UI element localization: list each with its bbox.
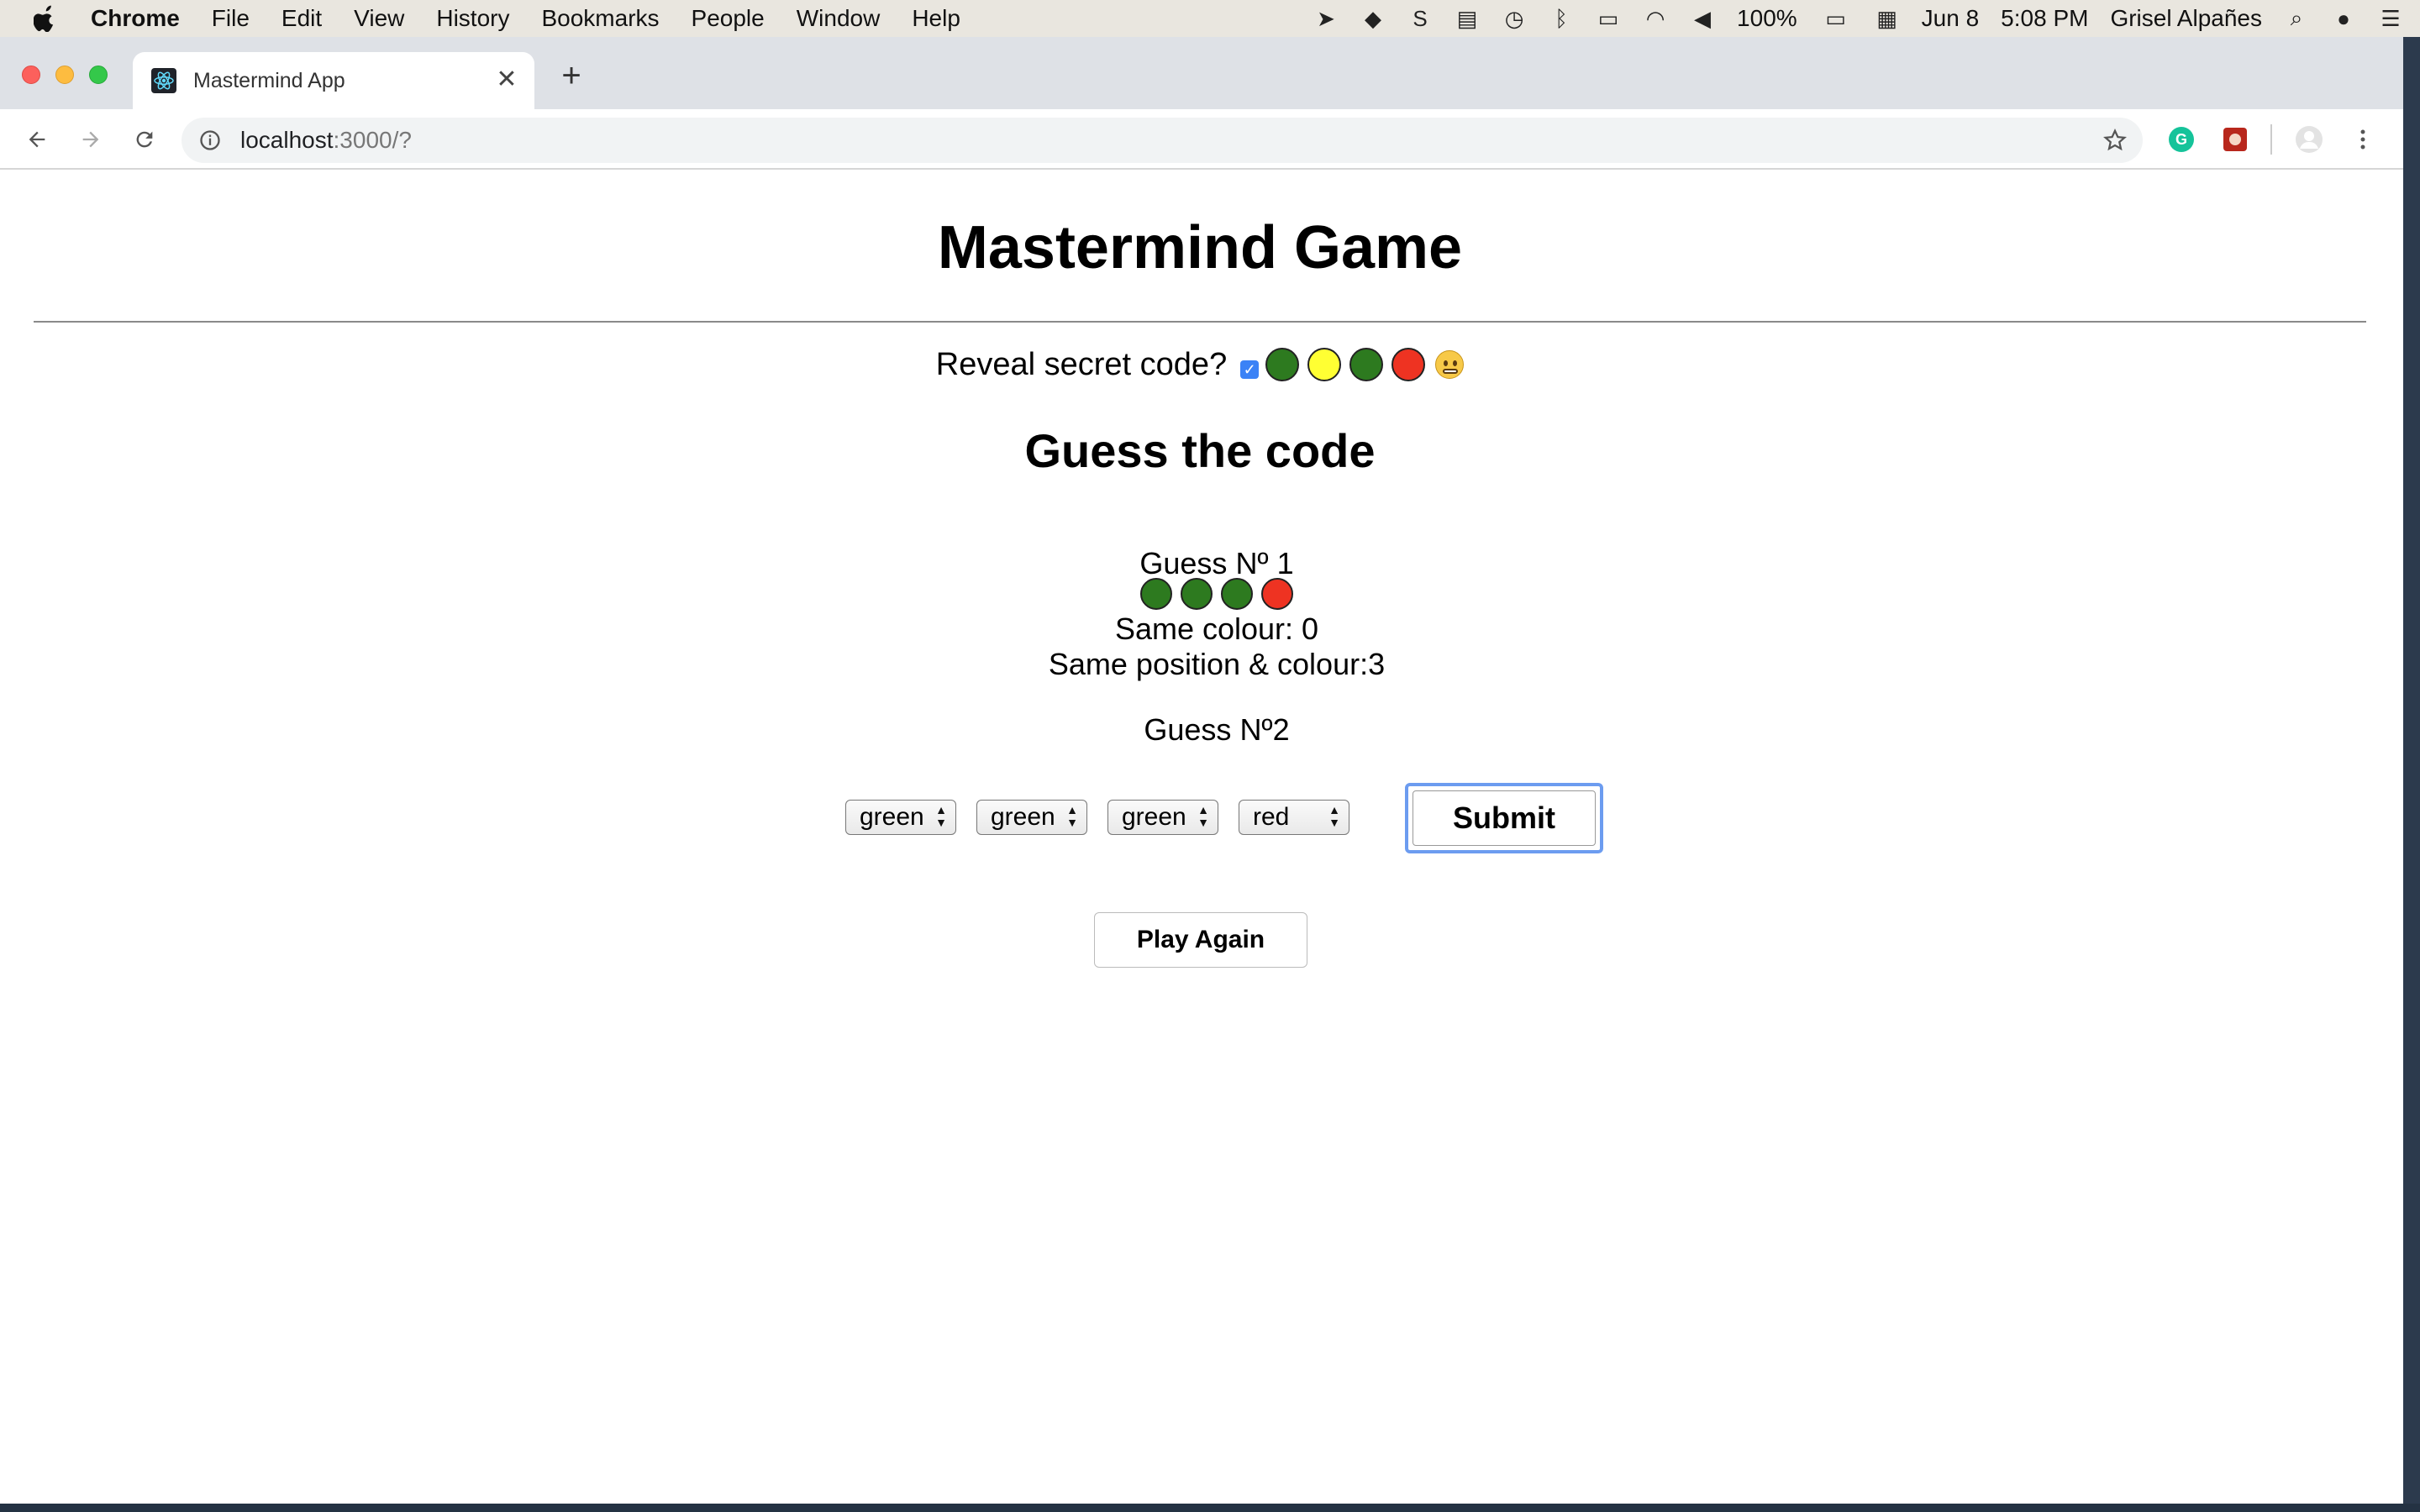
guess-1-peg-4 xyxy=(1261,578,1293,610)
tab-title: Mastermind App xyxy=(193,68,345,92)
menu-view[interactable]: View xyxy=(354,5,404,32)
time-machine-icon[interactable]: ◷ xyxy=(1502,6,1527,31)
page-content: Mastermind Game Reveal secret code? ✓ Gu… xyxy=(0,171,2403,1504)
color-select-4[interactable]: red ▲ ▼ xyxy=(1239,800,1349,835)
guess-1-peg-2 xyxy=(1181,578,1213,610)
play-again-button[interactable]: Play Again xyxy=(1094,912,1307,968)
select-arrows-icon: ▲ ▼ xyxy=(1328,803,1340,829)
grammarly-extension-icon[interactable]: G xyxy=(2166,124,2196,155)
reveal-label: Reveal secret code? xyxy=(935,346,1228,382)
color-select-1[interactable]: green ▲ ▼ xyxy=(845,800,956,835)
guess-1-label: Guess Nº 1 xyxy=(1139,546,1294,580)
tab-strip: Mastermind App ✕ + xyxy=(0,37,2403,109)
forward-arrow-icon[interactable] xyxy=(76,124,106,155)
color-select-2[interactable]: green ▲ ▼ xyxy=(976,800,1087,835)
battery-icon[interactable]: ▭ xyxy=(1819,6,1853,31)
color-select-1-value: green xyxy=(860,803,924,831)
secret-peg-1 xyxy=(1265,348,1300,381)
url-host: localhost xyxy=(240,127,334,153)
browser-window: Mastermind App ✕ + localhost :3000/? G M… xyxy=(0,37,2403,1504)
menu-help[interactable]: Help xyxy=(912,5,960,32)
react-favicon-icon xyxy=(151,68,176,93)
same-position-result: Same position & colour:3 xyxy=(1048,647,1386,681)
profile-avatar-icon[interactable] xyxy=(2294,124,2324,155)
extension-icon[interactable] xyxy=(2220,124,2250,155)
zoom-window-button[interactable] xyxy=(89,66,108,84)
notification-center-icon[interactable]: ☰ xyxy=(2378,6,2403,31)
color-select-3-value: green xyxy=(1122,803,1186,831)
bluetooth-icon[interactable]: ᛒ xyxy=(1549,6,1574,31)
menubar-time[interactable]: 5:08 PM xyxy=(2001,5,2088,32)
menu-bar: Chrome File Edit View History Bookmarks … xyxy=(0,0,2420,37)
volume-icon[interactable]: ◀ xyxy=(1690,6,1715,31)
color-select-3[interactable]: green ▲ ▼ xyxy=(1107,800,1218,835)
back-arrow-icon[interactable] xyxy=(22,124,52,155)
submit-button[interactable]: Submit xyxy=(1405,783,1603,853)
divider xyxy=(34,321,2366,323)
status-area: ➤ ◆ S ▤ ◷ ᛒ ▭ ◠ ◀ 100% ▭ ▦ Jun 8 5:08 PM… xyxy=(1313,0,2403,37)
toolbar-divider xyxy=(2270,124,2272,155)
sync-icon[interactable]: ▤ xyxy=(1455,6,1480,31)
skype-icon[interactable]: S xyxy=(1407,6,1433,31)
dropbox-icon[interactable]: ◆ xyxy=(1360,6,1386,31)
page-title: Mastermind Game xyxy=(937,214,1463,281)
secret-peg-2 xyxy=(1307,348,1342,381)
guess-1-peg-1 xyxy=(1140,578,1172,610)
select-arrows-icon: ▲ ▼ xyxy=(935,803,947,829)
menu-people[interactable]: People xyxy=(692,5,765,32)
submit-button-label: Submit xyxy=(1413,790,1596,846)
secret-peg-4 xyxy=(1392,348,1426,381)
guess-1-pegs xyxy=(0,578,2420,610)
location-icon: ➤ xyxy=(1317,5,1335,31)
desktop-background-bottom xyxy=(0,1504,2420,1512)
reveal-checkbox[interactable]: ✓ xyxy=(1240,360,1260,379)
guess-selects: green ▲ ▼ green ▲ ▼ green ▲ ▼ red ▲ ▼ xyxy=(845,800,1349,835)
url-path: :3000/? xyxy=(333,127,412,153)
color-select-4-value: red xyxy=(1253,803,1290,831)
info-icon[interactable] xyxy=(198,129,222,152)
browser-toolbar: localhost :3000/? G xyxy=(0,109,2403,170)
tab-mastermind[interactable]: Mastermind App ✕ xyxy=(133,52,534,109)
wifi-icon[interactable]: ◠ xyxy=(1643,6,1668,31)
siri-icon[interactable]: ● xyxy=(2331,6,2356,31)
reload-icon[interactable] xyxy=(129,124,160,155)
calendar-icon[interactable]: ▦ xyxy=(1875,6,1900,31)
apple-icon[interactable] xyxy=(34,5,57,32)
menu-history[interactable]: History xyxy=(436,5,509,32)
new-tab-icon[interactable]: + xyxy=(556,59,587,92)
battery-percent[interactable]: 100% xyxy=(1737,5,1797,32)
reveal-row: Reveal secret code? ✓ xyxy=(0,339,2400,390)
svg-text:G: G xyxy=(2175,131,2187,148)
close-window-button[interactable] xyxy=(22,66,40,84)
spotlight-icon[interactable]: ⌕ xyxy=(2284,5,2309,31)
menu-app-chrome[interactable]: Chrome xyxy=(91,5,180,32)
address-bar[interactable]: localhost :3000/? xyxy=(182,118,2143,163)
minimize-window-button[interactable] xyxy=(55,66,74,84)
bookmark-star-icon[interactable] xyxy=(2102,128,2128,153)
menu-file[interactable]: File xyxy=(212,5,250,32)
chrome-menu-icon[interactable] xyxy=(2348,124,2378,155)
select-arrows-icon: ▲ ▼ xyxy=(1197,803,1209,829)
same-colour-result: Same colour: 0 xyxy=(1114,612,1319,646)
guess-1-peg-3 xyxy=(1221,578,1253,610)
secret-peg-3 xyxy=(1349,348,1384,381)
color-select-2-value: green xyxy=(991,803,1055,831)
guess-2-label: Guess Nº2 xyxy=(1144,712,1290,747)
zipper-face-emoji-icon xyxy=(1435,350,1465,379)
menu-edit[interactable]: Edit xyxy=(281,5,322,32)
close-tab-icon[interactable]: ✕ xyxy=(494,67,519,92)
desktop-background xyxy=(2403,37,2420,1512)
menubar-date[interactable]: Jun 8 xyxy=(1922,5,1980,32)
guess-heading: Guess the code xyxy=(1024,424,1376,477)
menubar-user[interactable]: Grisel Alpañes xyxy=(2110,5,2262,32)
menu-window[interactable]: Window xyxy=(797,5,881,32)
select-arrows-icon: ▲ ▼ xyxy=(1066,803,1078,829)
menu-bookmarks[interactable]: Bookmarks xyxy=(541,5,659,32)
airplay-icon[interactable]: ▭ xyxy=(1596,6,1621,31)
